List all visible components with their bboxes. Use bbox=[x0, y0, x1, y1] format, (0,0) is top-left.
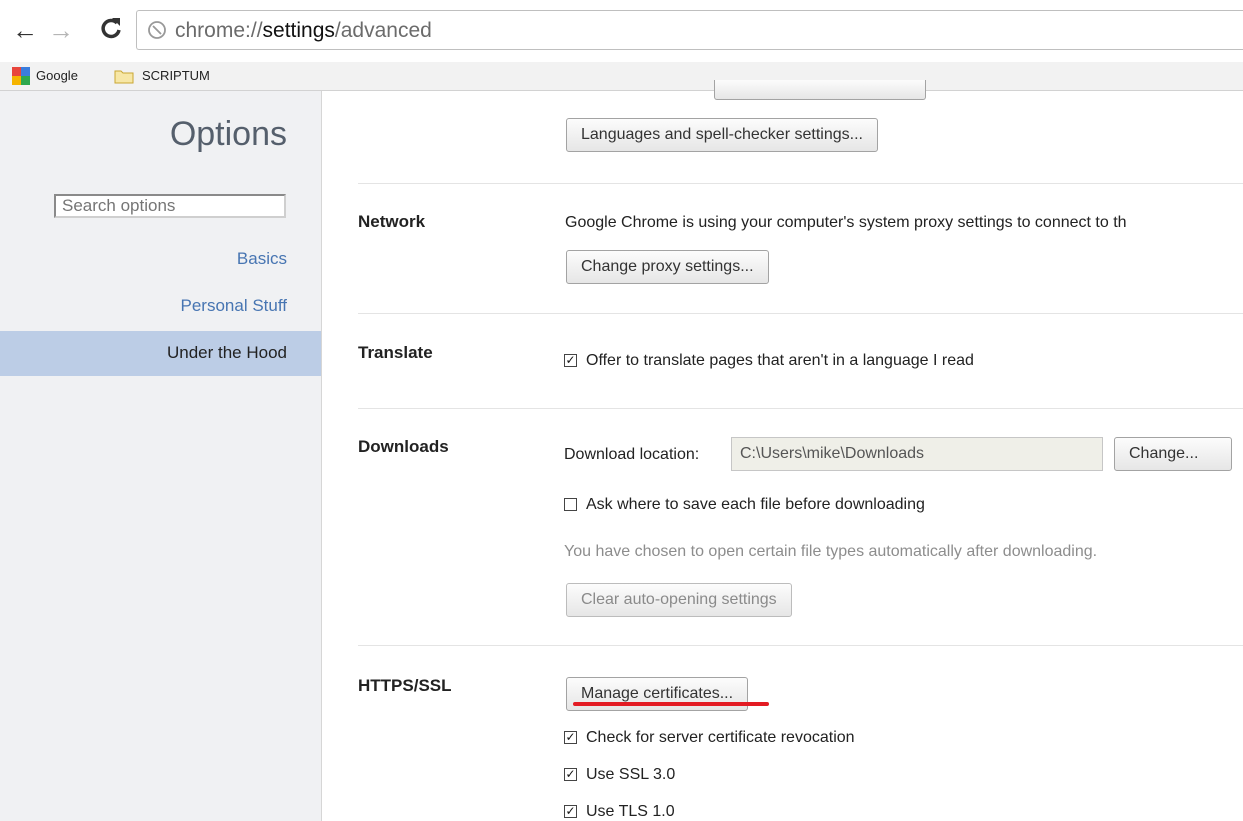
cert-revocation-checkbox[interactable]: ✓ bbox=[564, 731, 577, 744]
cert-revocation-label: Check for server certificate revocation bbox=[586, 729, 855, 746]
translate-heading: Translate bbox=[358, 343, 433, 362]
tls1-checkbox[interactable]: ✓ bbox=[564, 805, 577, 818]
address-bar[interactable]: chrome://settings/advanced bbox=[136, 10, 1243, 50]
downloads-heading: Downloads bbox=[358, 437, 449, 456]
annotation-underline bbox=[573, 702, 769, 706]
sidebar-item-under-the-hood[interactable]: Under the Hood bbox=[0, 331, 321, 376]
section-divider bbox=[358, 408, 1243, 409]
sidebar-item-label: Under the Hood bbox=[166, 343, 287, 362]
tls1-label: Use TLS 1.0 bbox=[586, 803, 675, 820]
options-sidebar: Options Basics Personal Stuff Under the … bbox=[0, 91, 322, 821]
change-location-button[interactable]: Change... bbox=[1114, 437, 1232, 471]
page-title: Options bbox=[169, 115, 287, 153]
sidebar-item-personal-stuff[interactable]: Personal Stuff bbox=[181, 296, 287, 316]
browser-toolbar: ← → chrome://settings/advanced bbox=[0, 0, 1243, 62]
section-divider bbox=[358, 313, 1243, 314]
ssl3-label: Use SSL 3.0 bbox=[586, 766, 676, 783]
https-ssl-heading: HTTPS/SSL bbox=[358, 676, 452, 695]
url-text: chrome://settings/advanced bbox=[175, 19, 432, 42]
section-divider bbox=[358, 183, 1243, 184]
network-heading: Network bbox=[358, 212, 426, 231]
bookmark-scriptum[interactable]: SCRIPTUM bbox=[142, 68, 210, 83]
forward-arrow-icon[interactable]: → bbox=[48, 17, 74, 43]
translate-checkbox-label: Offer to translate pages that aren't in … bbox=[586, 352, 974, 369]
languages-settings-button[interactable]: Languages and spell-checker settings... bbox=[566, 118, 878, 152]
sidebar-item-basics[interactable]: Basics bbox=[237, 249, 287, 269]
change-proxy-button[interactable]: Change proxy settings... bbox=[566, 250, 769, 284]
folder-icon bbox=[114, 68, 134, 89]
section-divider bbox=[358, 645, 1243, 646]
ask-save-checkbox[interactable] bbox=[564, 498, 577, 511]
clipped-top-button[interactable] bbox=[714, 80, 926, 100]
reload-icon[interactable] bbox=[98, 15, 128, 45]
ssl3-checkbox[interactable]: ✓ bbox=[564, 768, 577, 781]
page-icon bbox=[147, 20, 167, 45]
google-icon bbox=[12, 67, 30, 90]
ask-save-label: Ask where to save each file before downl… bbox=[586, 496, 925, 513]
back-arrow-icon[interactable]: ← bbox=[12, 17, 38, 43]
clear-auto-opening-button[interactable]: Clear auto-opening settings bbox=[566, 583, 792, 617]
download-location-field: C:\Users\mike\Downloads bbox=[731, 437, 1103, 471]
bookmark-google[interactable]: Google bbox=[36, 68, 78, 83]
download-location-label: Download location: bbox=[564, 446, 700, 463]
bookmark-bar: Google SCRIPTUM bbox=[0, 62, 1243, 91]
network-description: Google Chrome is using your computer's s… bbox=[565, 214, 1127, 231]
search-input[interactable] bbox=[54, 194, 286, 218]
auto-open-note: You have chosen to open certain file typ… bbox=[564, 543, 1098, 560]
translate-checkbox[interactable]: ✓ bbox=[564, 354, 577, 367]
